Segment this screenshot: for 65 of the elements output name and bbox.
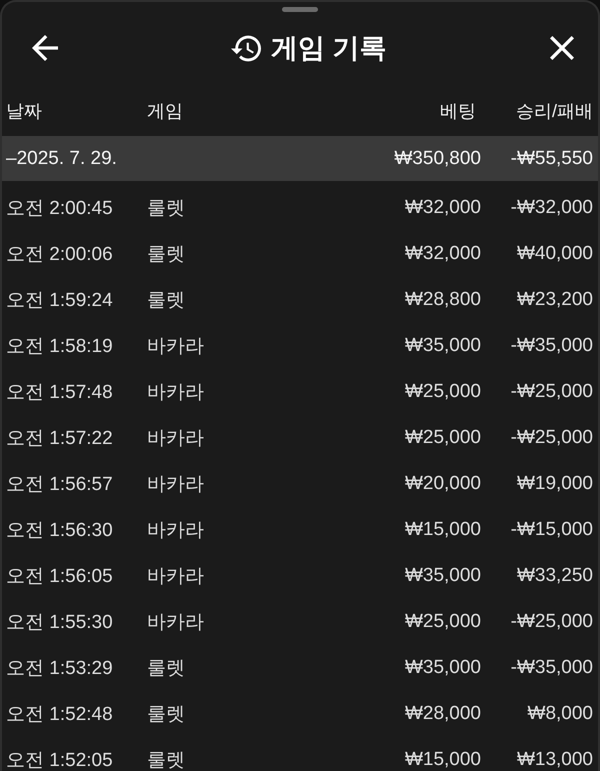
game-cell-text: 바카라 — [147, 427, 204, 451]
time-cell-text: 오전 1:59:24 — [6, 289, 113, 313]
result-cell: -₩35,000 — [510, 657, 593, 679]
result-cell: -₩25,000 — [510, 427, 593, 449]
bet-cell: ₩28,000 — [404, 703, 481, 725]
time-cell-text: 오전 2:00:06 — [6, 243, 113, 267]
time-cell-text: 오전 1:57:48 — [6, 381, 113, 405]
game-cell-text: 바카라 — [147, 473, 204, 497]
result-cell: -₩35,000 — [510, 335, 593, 357]
game-cell-text: 룰렛 — [147, 243, 185, 267]
bet-cell: ₩28,800 — [404, 289, 481, 311]
game-cell-text: 룰렛 — [147, 657, 185, 681]
game-cell-text: 룰렛 — [147, 289, 185, 313]
bet-cell: ₩35,000 — [404, 657, 481, 679]
time-cell-text: 오전 1:52:05 — [6, 749, 113, 771]
column-header: 날짜 — [6, 100, 42, 123]
bet-cell: ₩32,000 — [404, 197, 481, 219]
game-cell-text: 바카라 — [147, 611, 204, 635]
time-cell-text: 오전 1:55:30 — [6, 611, 113, 635]
back-arrow-icon — [32, 35, 58, 61]
group-bet-total: ₩350,800 — [394, 148, 481, 170]
group-result-total: -₩55,550 — [510, 148, 593, 170]
column-header: 게임 — [147, 100, 183, 123]
time-cell-text: 오전 1:56:05 — [6, 565, 113, 589]
drag-handle[interactable] — [282, 7, 318, 12]
time-cell-text: 오전 1:58:19 — [6, 335, 113, 359]
game-cell-text: 바카라 — [147, 381, 204, 405]
result-cell: ₩19,000 — [516, 473, 593, 495]
history-icon — [231, 34, 262, 62]
result-cell: ₩13,000 — [516, 749, 593, 771]
time-cell-text: 오전 1:53:29 — [6, 657, 113, 681]
game-cell-text: 바카라 — [147, 335, 204, 359]
bet-cell: ₩25,000 — [404, 427, 481, 449]
column-header: 승리/패배 — [516, 100, 593, 123]
game-cell-text: 바카라 — [147, 565, 204, 589]
game-cell-text: 바카라 — [147, 519, 204, 543]
result-cell: -₩25,000 — [510, 611, 593, 633]
time-cell-text: 오전 1:56:30 — [6, 519, 113, 543]
game-cell-text: 룰렛 — [147, 197, 185, 221]
result-cell: -₩25,000 — [510, 381, 593, 403]
sheet-title: 게임 기록 — [271, 32, 387, 65]
time-cell-text: 오전 1:57:22 — [6, 427, 113, 451]
bet-cell: ₩32,000 — [404, 243, 481, 265]
bet-cell: ₩35,000 — [404, 565, 481, 587]
bet-cell: ₩20,000 — [404, 473, 481, 495]
result-cell: ₩8,000 — [528, 703, 593, 725]
bet-cell: ₩25,000 — [404, 381, 481, 403]
bet-cell: ₩25,000 — [404, 611, 481, 633]
bet-cell: ₩15,000 — [404, 519, 481, 541]
bet-cell: ₩35,000 — [404, 335, 481, 357]
game-cell-text: 룰렛 — [147, 703, 185, 727]
bet-cell: ₩15,000 — [404, 749, 481, 771]
column-header: 베팅 — [440, 100, 477, 123]
time-cell-text: 오전 1:52:48 — [6, 703, 113, 727]
date-group-row[interactable]: –2025. 7. 29. ₩350,800 -₩55,550 — [2, 136, 598, 181]
game-cell-text: 룰렛 — [147, 749, 185, 771]
result-cell: ₩40,000 — [516, 243, 593, 265]
result-cell: -₩32,000 — [510, 197, 593, 219]
time-cell-text: 오전 2:00:45 — [6, 197, 113, 221]
time-cell-text: 오전 1:56:57 — [6, 473, 113, 497]
result-cell: ₩33,250 — [516, 565, 593, 587]
result-cell: -₩15,000 — [510, 519, 593, 541]
result-cell: ₩23,200 — [516, 289, 593, 311]
group-date: –2025. 7. 29. — [6, 148, 117, 170]
close-icon — [550, 36, 574, 60]
